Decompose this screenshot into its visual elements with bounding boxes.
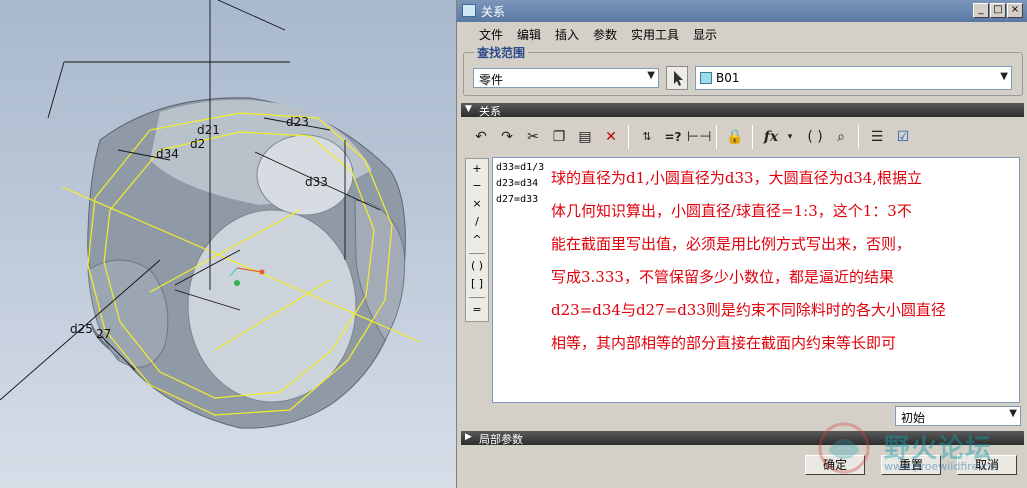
reset-button[interactable]: 重置: [881, 455, 941, 475]
relation-line: d23=d34: [496, 178, 539, 189]
toolbar-separator: [752, 125, 753, 149]
local-params-section-header[interactable]: ▶ 局部参数: [461, 431, 1024, 446]
look-in-legend: 查找范围: [474, 44, 529, 61]
chevron-down-icon: ▼: [1000, 71, 1008, 82]
large-circle-cut: [187, 209, 357, 403]
collapse-triangle-icon: ▼: [465, 104, 472, 114]
plus-button[interactable]: +: [466, 162, 488, 178]
dim-d23[interactable]: d23: [286, 115, 309, 129]
close-button[interactable]: ×: [1007, 3, 1023, 18]
dim-d2[interactable]: d2: [190, 137, 205, 151]
menu-utilities[interactable]: 实用工具: [631, 26, 679, 43]
operator-separator: [469, 297, 485, 298]
look-in-part-value: B01: [716, 71, 740, 85]
search-icon[interactable]: ⌕: [829, 125, 853, 149]
part-icon: [700, 72, 712, 84]
look-in-part-select[interactable]: B01 ▼: [695, 66, 1012, 90]
brackets-icon[interactable]: ( ): [803, 125, 827, 149]
show-values-icon[interactable]: ⇅: [635, 125, 659, 149]
dim-d21[interactable]: d21: [197, 123, 220, 137]
relations-dialog: 关系 _ □ × 文件 编辑 插入 参数 实用工具 显示 查找范围 零件 ▼ B…: [456, 0, 1027, 488]
relations-section-label: 关系: [479, 105, 501, 118]
function-icon[interactable]: fx: [759, 125, 783, 149]
operator-separator: [469, 253, 485, 254]
verify-icon[interactable]: ☑: [891, 125, 915, 149]
dim-d33[interactable]: d33: [305, 175, 328, 189]
dim-d25[interactable]: d25: [70, 322, 93, 336]
note-line: 球的直径为d1,小圆直径为d33，大圆直径为d34,根据立: [551, 169, 923, 187]
menu-bar: 文件 编辑 插入 参数 实用工具 显示: [457, 22, 1027, 44]
dim-d34[interactable]: d34: [156, 147, 179, 161]
note-line: 能在截面里写出值，必须是用比例方式写出来，否则，: [551, 235, 912, 253]
evaluate-icon[interactable]: =?: [661, 125, 685, 149]
local-params-label: 局部参数: [479, 433, 523, 446]
ok-button[interactable]: 确定: [805, 455, 865, 475]
expand-triangle-icon: ▶: [465, 432, 472, 442]
cut-icon[interactable]: ✂: [521, 125, 545, 149]
look-in-type-select[interactable]: 零件 ▼: [473, 68, 659, 88]
undo-icon[interactable]: ↶: [469, 125, 493, 149]
chevron-down-icon[interactable]: ▾: [783, 125, 797, 149]
menu-parameters[interactable]: 参数: [593, 26, 617, 43]
note-line: 相等，其内部相等的部分直接在截面内约束等长即可: [551, 334, 897, 352]
window-title: 关系: [481, 5, 506, 19]
minimize-button[interactable]: _: [973, 3, 989, 18]
relation-line: d27=d33: [496, 194, 539, 205]
note-line: 体几何知识算出，小圆直径/球直径=1:3，这个1：3不: [551, 202, 912, 220]
toolbar-separator: [858, 125, 859, 149]
menu-file[interactable]: 文件: [479, 26, 503, 43]
state-value: 初始: [901, 411, 926, 425]
toolbar-separator: [716, 125, 717, 149]
equals-button[interactable]: =: [466, 303, 488, 319]
cancel-button[interactable]: 取消: [957, 455, 1017, 475]
chevron-down-icon: ▼: [1009, 408, 1017, 419]
title-bar: 关系 _ □ ×: [457, 0, 1027, 22]
relation-line: d33=d1/3: [496, 162, 545, 173]
square-brackets-button[interactable]: [ ]: [466, 277, 488, 293]
model-drawing: d21 d2 d34 d23 d33 d25 27: [0, 0, 421, 429]
menu-insert[interactable]: 插入: [555, 26, 579, 43]
menu-edit[interactable]: 编辑: [517, 26, 541, 43]
select-pointer-button[interactable]: [666, 66, 688, 90]
pointer-icon: [674, 71, 683, 86]
relations-toolbar: ↶ ↷ ✂ ❐ ▤ ✕ ⇅ =? ⊢⊣ 🔒 fx ▾ ( ) ⌕ ☰ ☑: [463, 122, 1019, 152]
divide-button[interactable]: /: [466, 215, 488, 231]
relations-section-header[interactable]: ▼ 关系: [461, 103, 1024, 118]
paste-icon[interactable]: ▤: [573, 125, 597, 149]
toolbar-separator: [628, 125, 629, 149]
delete-icon[interactable]: ✕: [599, 125, 623, 149]
power-button[interactable]: ^: [466, 233, 488, 249]
multiply-button[interactable]: ×: [466, 197, 488, 213]
relations-editor[interactable]: d33=d1/3 d23=d34 d27=d33 球的直径为d1,小圆直径为d3…: [492, 157, 1020, 403]
menu-display[interactable]: 显示: [693, 26, 717, 43]
minus-button[interactable]: −: [466, 179, 488, 195]
note-line: 写成3.333，不管保留多少小数位，都是逼近的结果: [551, 268, 894, 286]
operator-bar: + − × / ^ ( ) [ ] =: [465, 158, 489, 322]
state-select[interactable]: 初始 ▼: [895, 406, 1021, 426]
lock-icon[interactable]: 🔒: [723, 125, 747, 149]
copy-icon[interactable]: ❐: [547, 125, 571, 149]
model-viewport[interactable]: d21 d2 d34 d23 d33 d25 27: [0, 0, 456, 488]
look-in-type-value: 零件: [479, 73, 504, 87]
parentheses-button[interactable]: ( ): [466, 259, 488, 275]
maximize-button[interactable]: □: [990, 3, 1006, 18]
dim-27[interactable]: 27: [96, 327, 111, 341]
chevron-down-icon: ▼: [647, 70, 655, 81]
redo-icon[interactable]: ↷: [495, 125, 519, 149]
window-icon: [462, 4, 476, 17]
units-icon[interactable]: ⊢⊣: [687, 125, 711, 149]
sort-icon[interactable]: ☰: [865, 125, 889, 149]
note-line: d23=d34与d27=d33则是约束不同除料时的各大小圆直径: [551, 301, 946, 319]
